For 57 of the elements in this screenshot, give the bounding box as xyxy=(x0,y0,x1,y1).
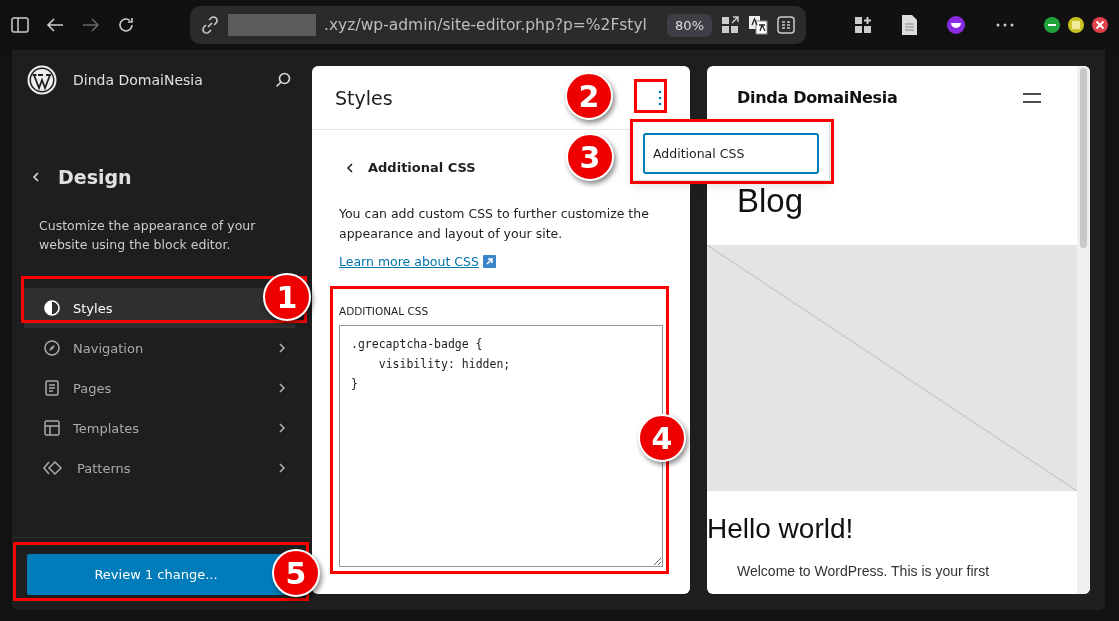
link-icon xyxy=(200,15,220,35)
diamond-icon xyxy=(43,459,65,477)
chevron-right-icon xyxy=(278,382,286,394)
page-title: Blog xyxy=(737,183,804,219)
nav-label: Patterns xyxy=(77,460,132,476)
panel-title: Styles xyxy=(335,86,393,109)
add-apps-icon[interactable] xyxy=(853,15,873,35)
close-icon[interactable] xyxy=(1091,16,1109,34)
chevron-right-icon xyxy=(278,462,286,474)
contrast-icon xyxy=(43,299,61,317)
apps-icon[interactable] xyxy=(720,15,740,35)
nav-label: Templates xyxy=(73,420,141,436)
sidebar-heading: Design xyxy=(58,166,132,188)
chevron-right-icon xyxy=(278,422,286,434)
sidebar-description: Customize the appearance of your website using the block editor. xyxy=(39,217,257,254)
site-title: Dinda DomaiNesia xyxy=(73,72,204,88)
more-icon[interactable] xyxy=(995,22,1015,28)
translate-icon[interactable] xyxy=(748,15,768,35)
nav-item[interactable]: Patterns xyxy=(24,448,296,488)
minimize-icon[interactable] xyxy=(1043,16,1061,34)
scrollbar-thumb[interactable] xyxy=(1080,68,1087,248)
nav-item[interactable]: Templates xyxy=(24,408,296,448)
nav-label: Styles xyxy=(73,300,114,316)
section-description: You can add custom CSS to further customize the appearance and layout of your site. xyxy=(339,205,650,243)
chevron-left-icon xyxy=(32,171,40,183)
section-heading: Additional CSS xyxy=(368,160,476,175)
highlight-frame xyxy=(634,79,667,113)
post-title: Hello world! xyxy=(707,513,855,545)
extension-icon[interactable] xyxy=(945,14,967,36)
document-icon[interactable] xyxy=(899,14,919,36)
reader-icon[interactable] xyxy=(776,15,796,35)
chevron-left-icon xyxy=(346,161,354,174)
preview-site-title: Dinda DomaiNesia xyxy=(737,88,899,107)
layout-icon xyxy=(43,419,61,437)
wordpress-logo[interactable] xyxy=(27,65,57,95)
nav-item[interactable]: Pages xyxy=(24,368,296,408)
review-changes-button[interactable]: Review 1 change... xyxy=(27,554,285,595)
search-icon[interactable] xyxy=(274,71,292,89)
nav-label: Navigation xyxy=(73,340,145,356)
external-link-icon xyxy=(482,255,496,268)
page-icon xyxy=(43,379,61,397)
chevron-right-icon xyxy=(278,342,286,354)
zoom-level[interactable]: 80% xyxy=(667,13,712,37)
learn-more-link[interactable]: Learn more about CSS xyxy=(339,254,479,269)
scrollbar[interactable] xyxy=(1077,66,1090,594)
reload-icon[interactable] xyxy=(116,15,136,35)
nav-label: Pages xyxy=(73,380,113,396)
sidebar-toggle-icon[interactable] xyxy=(10,15,30,35)
nav-item[interactable]: Navigation xyxy=(24,328,296,368)
field-label: ADDITIONAL CSS xyxy=(339,305,429,317)
maximize-icon[interactable] xyxy=(1067,16,1085,34)
menu-icon[interactable] xyxy=(1023,92,1041,103)
compass-icon xyxy=(43,339,61,357)
url-text: .xyz/wp-admin/site-editor.php?p=%2Fstyl xyxy=(324,16,648,34)
address-bar[interactable]: .xyz/wp-admin/site-editor.php?p=%2Fstyl 80% xyxy=(190,6,806,44)
post-excerpt: Welcome to WordPress. This is your first xyxy=(737,563,991,579)
menu-item[interactable]: Additional CSS xyxy=(643,133,819,174)
